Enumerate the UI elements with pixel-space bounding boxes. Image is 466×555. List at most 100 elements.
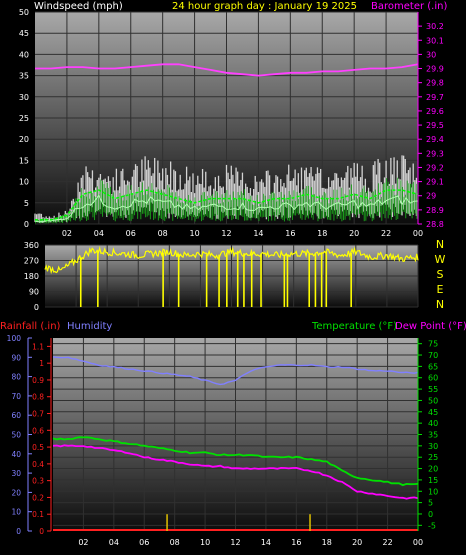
compass-label: S (437, 268, 444, 281)
humidity-y-tick-label: 0 (16, 527, 21, 536)
temp-x-tick-label: 20 (352, 538, 362, 547)
humidity-y-tick-label: 70 (11, 392, 21, 401)
rain-y-tick-label: 1 (39, 359, 44, 368)
temp-y-tick-label: 75 (428, 340, 438, 349)
wind-y-tick-label: 25 (19, 114, 29, 123)
humidity-y-tick-label: 50 (11, 431, 21, 440)
rain-y-tick-label: 0 (39, 527, 44, 536)
wind-y-tick-label: 20 (19, 135, 29, 144)
barometer-y-tick-label: 30.2 (426, 22, 444, 31)
barometer-y-tick-label: 29.3 (426, 149, 444, 158)
barometer-y-tick-label: 29.2 (426, 163, 444, 172)
wind-x-tick-label: 04 (94, 229, 104, 238)
rain-y-tick-label: 0.9 (32, 376, 44, 385)
wind-x-tick-label: 14 (253, 229, 263, 238)
wind-x-tick-label: 20 (349, 229, 359, 238)
wind-x-tick-label: 00 (413, 229, 423, 238)
humidity-axis-title: Humidity (67, 321, 112, 332)
temp-x-tick-label: 04 (109, 538, 119, 547)
humidity-y-tick-label: 20 (11, 488, 21, 497)
weather-graph-canvas: Windspeed (mph) 24 hour graph day : Janu… (0, 1, 466, 547)
wind-x-tick-label: 18 (317, 229, 327, 238)
barometer-y-tick-label: 28.8 (426, 220, 444, 229)
temp-y-tick-label: 65 (428, 362, 438, 371)
rain-y-tick-label: 0.6 (32, 426, 44, 435)
temp-y-tick-label: -5 (428, 521, 436, 530)
wind-y-tick-label: 45 (19, 29, 29, 38)
temp-x-tick-label: 12 (230, 538, 240, 547)
wind-y-tick-label: 10 (19, 178, 29, 187)
temp-x-tick-label: 08 (170, 538, 180, 547)
barometer-y-tick-label: 29.8 (426, 79, 444, 88)
humidity-y-tick-label: 90 (11, 353, 21, 362)
rain-y-tick-label: 0.1 (32, 510, 44, 519)
temp-x-tick-label: 18 (322, 538, 332, 547)
dewpoint-axis-title: Dew Point (°F) (395, 321, 466, 332)
compass-label: N (436, 238, 444, 251)
rain-y-tick-label: 0.3 (32, 477, 44, 486)
compass-label: W (435, 253, 446, 266)
wind-x-tick-label: 06 (126, 229, 136, 238)
rain-y-tick-label: 0.8 (32, 393, 44, 402)
rain-y-tick-label: 0.5 (32, 443, 44, 452)
temp-y-tick-label: 25 (428, 453, 438, 462)
humidity-y-tick-label: 100 (7, 334, 22, 343)
rain-y-tick-label: 1.1 (32, 342, 44, 351)
temp-y-tick-label: 0 (428, 510, 433, 519)
temp-x-tick-label: 00 (413, 538, 423, 547)
temp-x-tick-label: 06 (139, 538, 149, 547)
wind-y-tick-label: 30 (19, 93, 29, 102)
barometer-y-tick-label: 29.7 (426, 93, 444, 102)
humidity-y-tick-label: 80 (11, 373, 21, 382)
graph-title: 24 hour graph day : January 19 2025 (172, 1, 357, 12)
temp-y-tick-label: 15 (428, 476, 438, 485)
compass-label: E (437, 283, 444, 296)
barometer-y-tick-label: 29.1 (426, 178, 444, 187)
temp-x-tick-label: 16 (291, 538, 301, 547)
wind-y-tick-label: 35 (19, 72, 29, 81)
barometer-y-tick-label: 29.6 (426, 107, 444, 116)
rainfall-axis-title: Rainfall (.in) (0, 321, 61, 332)
temp-y-tick-label: 20 (428, 465, 438, 474)
temp-x-tick-label: 10 (200, 538, 210, 547)
direction-y-tick-label: 90 (29, 288, 39, 297)
wind-y-tick-label: 50 (19, 8, 29, 17)
temp-x-tick-label: 02 (78, 538, 88, 547)
compass-label: N (436, 298, 444, 311)
barometer-y-tick-label: 29.4 (426, 135, 444, 144)
windspeed-axis-title: Windspeed (mph) (34, 1, 123, 12)
direction-y-tick-label: 0 (34, 303, 39, 312)
temp-y-tick-label: 30 (428, 442, 438, 451)
humidity-y-tick-label: 30 (11, 469, 21, 478)
temp-y-tick-label: 70 (428, 351, 438, 360)
direction-y-tick-label: 180 (24, 272, 39, 281)
barometer-y-tick-label: 28.9 (426, 206, 444, 215)
barometer-y-tick-label: 29.9 (426, 65, 444, 74)
barometer-y-tick-label: 30 (426, 50, 436, 59)
barometer-y-tick-label: 30.1 (426, 36, 444, 45)
wind-x-tick-label: 10 (189, 229, 199, 238)
humidity-y-tick-label: 10 (11, 508, 21, 517)
temp-y-tick-label: 50 (428, 396, 438, 405)
temp-y-tick-label: 5 (428, 499, 433, 508)
direction-y-tick-label: 360 (24, 241, 39, 250)
direction-y-tick-label: 270 (24, 257, 39, 266)
barometer-y-tick-label: 29 (426, 192, 436, 201)
wind-x-tick-label: 02 (62, 229, 72, 238)
temp-y-tick-label: 40 (428, 419, 438, 428)
temp-y-tick-label: 45 (428, 408, 438, 417)
temp-y-tick-label: 60 (428, 374, 438, 383)
temp-y-tick-label: 35 (428, 431, 438, 440)
wind-x-tick-label: 22 (381, 229, 391, 238)
humidity-y-tick-label: 60 (11, 411, 21, 420)
barometer-axis-title: Barometer (.in) (371, 1, 447, 12)
temperature-axis-title: Temperature (°F) (311, 321, 397, 332)
weather-graph-page: Windspeed (mph) 24 hour graph day : Janu… (0, 0, 466, 555)
rain-y-tick-label: 0.4 (32, 460, 44, 469)
barometer-y-tick-label: 29.5 (426, 121, 444, 130)
temp-x-tick-label: 22 (382, 538, 392, 547)
wind-x-tick-label: 08 (158, 229, 168, 238)
humidity-y-tick-label: 40 (11, 450, 21, 459)
wind-x-tick-label: 16 (285, 229, 295, 238)
wind-y-tick-label: 0 (24, 220, 29, 229)
